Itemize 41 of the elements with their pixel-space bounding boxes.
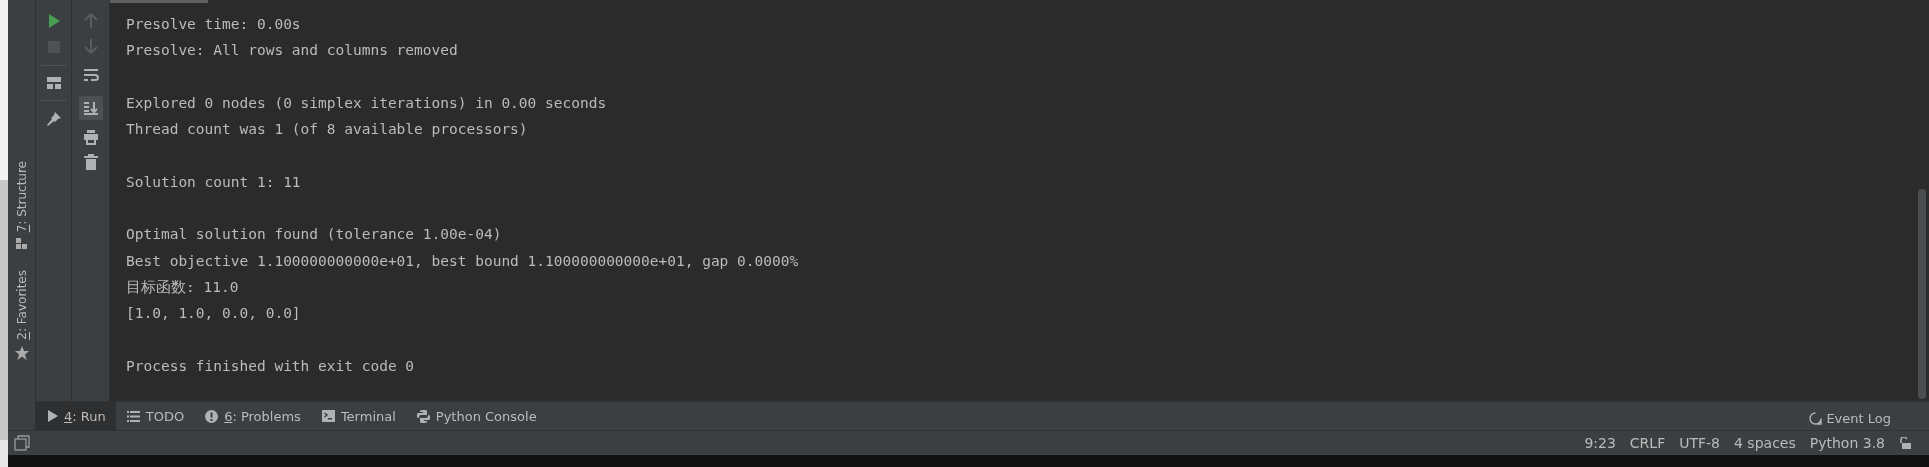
status-item[interactable]: CRLF <box>1629 435 1666 451</box>
list-icon <box>126 410 140 422</box>
play-icon <box>47 410 58 422</box>
tool-tab[interactable]: 4: Run <box>36 402 116 430</box>
console-line: Best objective 1.100000000000e+01, best bound 1.100000000000e+01, gap 0.0000% <box>126 251 800 271</box>
terminal-icon <box>321 410 335 422</box>
print-button[interactable] <box>82 129 99 145</box>
tool-tab[interactable]: Terminal <box>310 402 406 430</box>
console-line: 目标函数: 11.0 <box>126 277 240 297</box>
tool-tab[interactable]: TODO <box>115 402 195 430</box>
lock-icon[interactable] <box>1899 437 1911 449</box>
status-item[interactable]: 9:23 <box>1584 435 1616 451</box>
console-line: Thread count was 1 (of 8 available processors) <box>126 120 529 140</box>
status-item[interactable]: 4 spaces <box>1734 435 1796 451</box>
console-line: Presolve time: 0.00s <box>126 15 302 34</box>
structure-icon <box>15 238 28 251</box>
pin-button[interactable] <box>45 111 62 127</box>
tool-tab[interactable]: 6: Problems <box>194 402 311 430</box>
star-icon <box>14 346 29 360</box>
trash-button[interactable] <box>83 154 98 170</box>
console-line: Presolve: All rows and columns removed <box>126 41 459 61</box>
favorites-tab[interactable]: 2: Favorites <box>14 270 29 360</box>
console-line: Explored 0 nodes (0 simplex iterations) in 0.00 seconds <box>126 93 608 113</box>
console-line: [1.0, 1.0, 0.0, 0.0] <box>126 304 302 324</box>
vertical-scrollbar[interactable] <box>1918 189 1926 399</box>
horizontal-scrollbar[interactable] <box>110 0 208 3</box>
structure-tab[interactable]: 7: Structure <box>14 160 29 251</box>
warning-icon <box>205 409 219 423</box>
console-line: Optimal solution found (tolerance 1.00e-04) <box>126 225 503 245</box>
console-line: Process finished with exit code 0 <box>126 356 416 376</box>
tool-tab[interactable]: Python Console <box>405 402 547 430</box>
event-log-button[interactable]: Event Log <box>1809 402 1929 430</box>
layout-button[interactable] <box>45 76 62 90</box>
status-item[interactable]: Python 3.8 <box>1809 435 1885 451</box>
scroll-to-end-button[interactable] <box>78 96 103 120</box>
status-item[interactable]: UTF-8 <box>1679 435 1720 451</box>
scroll-down-icon <box>82 101 99 115</box>
window-toggle-icon[interactable] <box>14 435 30 451</box>
wrap-lines-icon <box>82 68 99 82</box>
python-icon <box>416 409 430 423</box>
console-line: Solution count 1: 11 <box>126 172 302 192</box>
